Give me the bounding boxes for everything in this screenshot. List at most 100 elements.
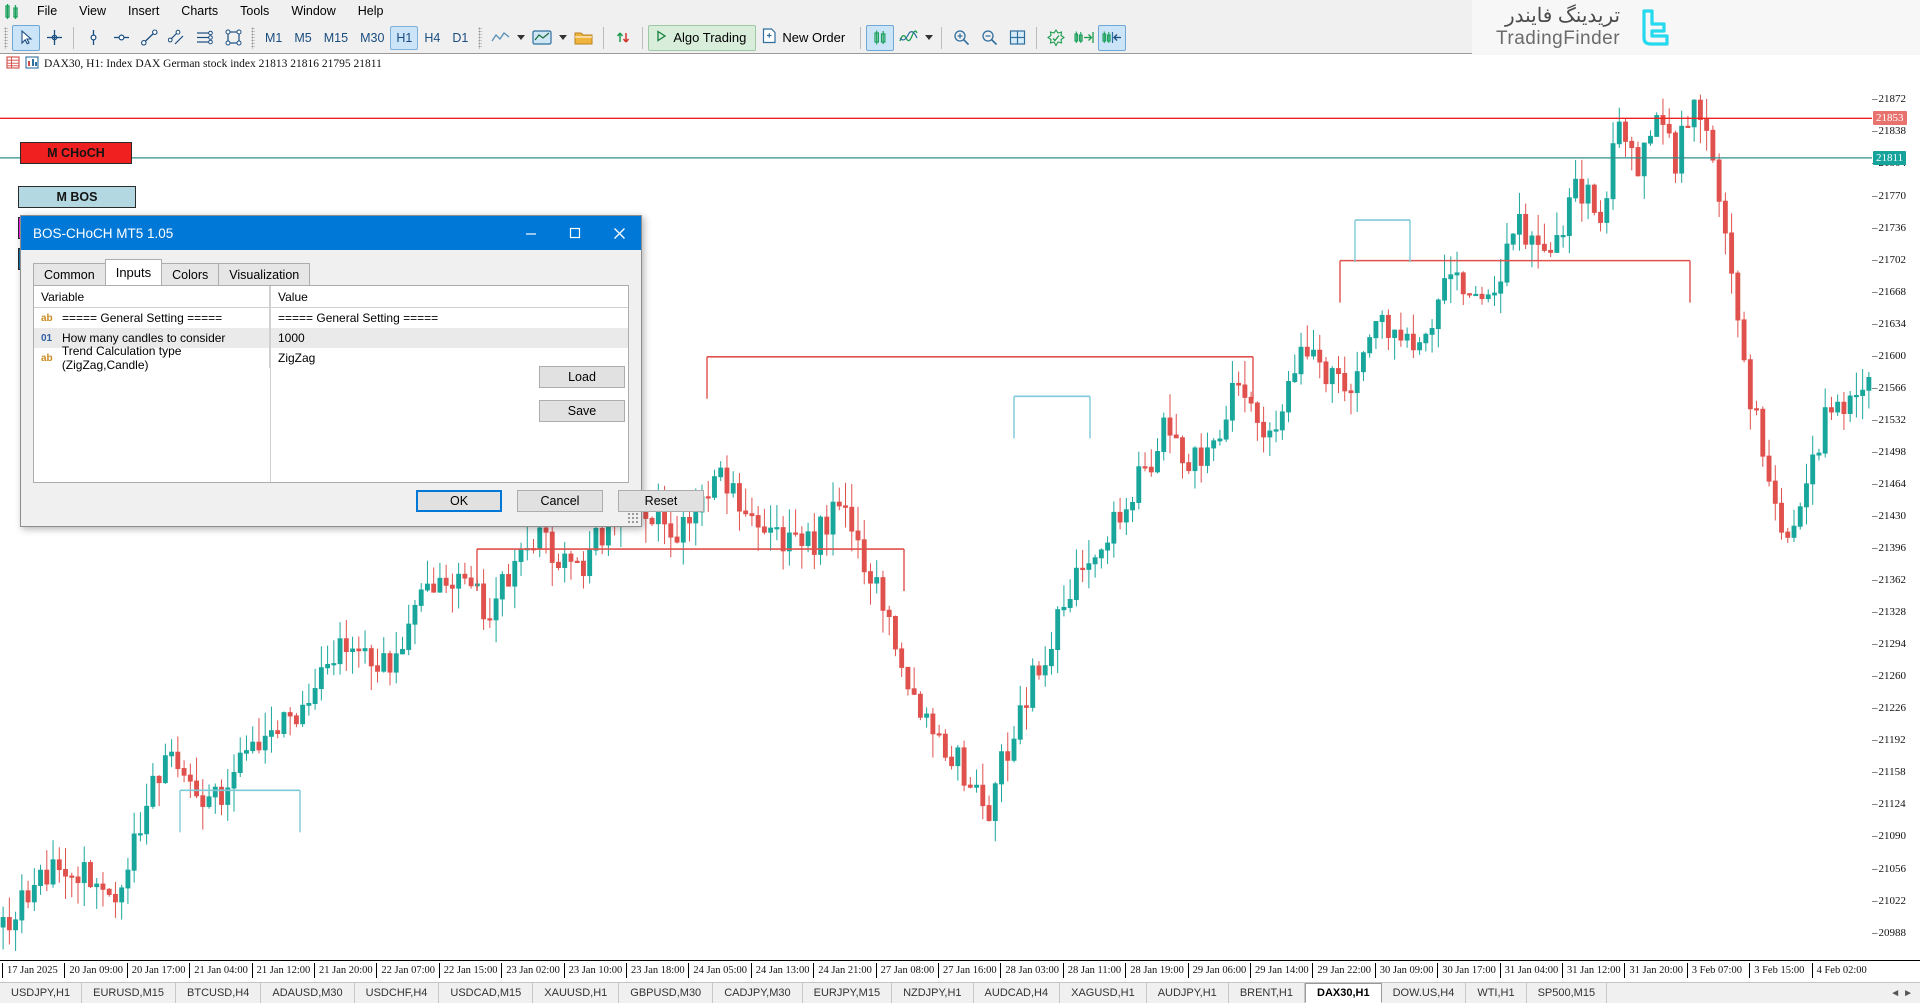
tile-windows-icon[interactable] xyxy=(1003,25,1031,51)
timeframe-m5[interactable]: M5 xyxy=(288,26,317,50)
menu-item-window[interactable]: Window xyxy=(280,0,346,22)
chart-tab-audjpy-h1[interactable]: AUDJPY,H1 xyxy=(1147,983,1229,1003)
dialog-titlebar[interactable]: BOS-CHoCH MT5 1.05 xyxy=(21,216,641,250)
price-tick: 21634 xyxy=(1872,318,1906,330)
chart-tab-sp500-m15[interactable]: SP500,M15 xyxy=(1527,983,1607,1003)
timeframe-h4[interactable]: H4 xyxy=(418,26,446,50)
menu-item-charts[interactable]: Charts xyxy=(170,0,229,22)
minimize-icon[interactable] xyxy=(509,216,553,250)
menu-item-help[interactable]: Help xyxy=(347,0,395,22)
zoom-in-icon[interactable] xyxy=(947,25,975,51)
chart-tab-usdjpy-h1[interactable]: USDJPY,H1 xyxy=(0,983,82,1003)
price-tick: 21430 xyxy=(1872,510,1906,522)
chart-tab-brent-h1[interactable]: BRENT,H1 xyxy=(1229,983,1305,1003)
dialog-resize-grip[interactable] xyxy=(627,512,638,523)
time-tick: 29 Jan 06:00 xyxy=(1188,963,1247,978)
price-axis[interactable]: 2187221838218042177021736217022166821634… xyxy=(1872,74,1920,960)
time-axis[interactable]: 17 Jan 202520 Jan 09:0020 Jan 17:0021 Ja… xyxy=(0,960,1920,982)
scroll-left-icon[interactable]: ◄ xyxy=(1890,988,1900,999)
chart-properties-icon[interactable] xyxy=(25,56,39,72)
arrows-up-down-icon[interactable] xyxy=(609,25,637,51)
table-row[interactable]: ab Trend Calculation type (ZigZag,Candle… xyxy=(34,348,628,368)
time-tick: 3 Feb 15:00 xyxy=(1749,963,1804,978)
toolbar-grip-timeframes[interactable] xyxy=(251,27,255,49)
autoscroll-star-icon[interactable] xyxy=(1042,25,1070,51)
load-button[interactable]: Load xyxy=(539,366,625,388)
tab-colors[interactable]: Colors xyxy=(161,263,219,285)
timeframe-m1[interactable]: M1 xyxy=(259,26,288,50)
fibonacci-icon[interactable] xyxy=(191,25,219,51)
horizontal-line-icon[interactable] xyxy=(107,25,135,51)
tab-common[interactable]: Common xyxy=(33,263,106,285)
chart-shift-right-icon[interactable] xyxy=(1070,25,1098,51)
chart-tab-nzdjpy-h1[interactable]: NZDJPY,H1 xyxy=(892,983,973,1003)
maximize-icon[interactable] xyxy=(553,216,597,250)
chart-tab-wti-h1[interactable]: WTI,H1 xyxy=(1466,983,1526,1003)
timeframe-h1[interactable]: H1 xyxy=(390,26,418,50)
trendline-icon[interactable] xyxy=(135,25,163,51)
chart-tab-dax30-h1[interactable]: DAX30,H1 xyxy=(1305,983,1382,1003)
chart-tab-usdchf-h4[interactable]: USDCHF,H4 xyxy=(355,983,440,1003)
tab-visualization[interactable]: Visualization xyxy=(218,263,310,285)
chart-shift-left-icon[interactable] xyxy=(1098,25,1126,51)
cursor-arrow-icon[interactable] xyxy=(12,25,40,51)
reset-button[interactable]: Reset xyxy=(618,490,704,512)
line-chart-icon[interactable] xyxy=(486,25,514,51)
indicators-dropdown-caret-icon[interactable] xyxy=(556,25,570,51)
chart-tab-eurjpy-m15[interactable]: EURJPY,M15 xyxy=(803,983,892,1003)
data-window-icon[interactable] xyxy=(6,56,20,72)
dialog-side-buttons: Load Save xyxy=(539,366,625,422)
price-tick: 21532 xyxy=(1872,414,1906,426)
scroll-right-icon[interactable]: ► xyxy=(1903,988,1913,999)
menu-item-tools[interactable]: Tools xyxy=(229,0,280,22)
chart-tab-audcad-h4[interactable]: AUDCAD,H4 xyxy=(974,983,1061,1003)
candlestick-icon[interactable] xyxy=(866,25,894,51)
chart-tab-usdcad-m15[interactable]: USDCAD,M15 xyxy=(439,983,533,1003)
chart-tab-adausd-m30[interactable]: ADAUSD,M30 xyxy=(261,983,354,1003)
grid-header-variable: Variable xyxy=(34,286,270,307)
input-value[interactable]: 1000 xyxy=(270,328,628,348)
tab-inputs[interactable]: Inputs xyxy=(105,259,162,285)
structure-marker-label[interactable]: M BOS xyxy=(18,186,136,208)
chart-tab-dow-us-h4[interactable]: DOW.US,H4 xyxy=(1382,983,1467,1003)
save-button[interactable]: Save xyxy=(539,400,625,422)
folder-icon[interactable] xyxy=(570,25,598,51)
chart-tab-gbpusd-m30[interactable]: GBPUSD,M30 xyxy=(619,983,713,1003)
cancel-button[interactable]: Cancel xyxy=(517,490,603,512)
chart-tab-xagusd-h1[interactable]: XAGUSD,H1 xyxy=(1060,983,1147,1003)
chart-symbol-info-bar: DAX30, H1: Index DAX German stock index … xyxy=(0,54,1920,74)
toolbar-grip[interactable] xyxy=(4,27,8,49)
indicators-wave-icon[interactable] xyxy=(894,25,922,51)
input-value[interactable]: ===== General Setting ===== xyxy=(270,308,628,328)
algo-trading-button[interactable]: Algo Trading xyxy=(648,25,756,51)
close-icon[interactable] xyxy=(597,216,641,250)
ok-button[interactable]: OK xyxy=(416,490,502,512)
indicators-list-caret-icon[interactable] xyxy=(922,25,936,51)
toolbar-grip-charts[interactable] xyxy=(478,27,482,49)
zoom-out-icon[interactable] xyxy=(975,25,1003,51)
table-row[interactable]: ab ===== General Setting ===== ===== Gen… xyxy=(34,308,628,328)
menu-item-view[interactable]: View xyxy=(68,0,117,22)
input-value[interactable]: ZigZag xyxy=(270,348,628,368)
new-order-button[interactable]: New Order xyxy=(756,25,855,51)
watermark-en-text: TradingFinder xyxy=(1496,28,1620,50)
timeframe-m30[interactable]: M30 xyxy=(354,26,390,50)
structure-marker-label[interactable]: M CHoCH xyxy=(20,142,132,164)
chart-tab-xauusd-h1[interactable]: XAUUSD,H1 xyxy=(533,983,619,1003)
price-tick: 21736 xyxy=(1872,222,1906,234)
timeframe-d1[interactable]: D1 xyxy=(446,26,474,50)
timeframe-m15[interactable]: M15 xyxy=(318,26,354,50)
indicator-chart-icon[interactable] xyxy=(528,25,556,51)
vertical-line-icon[interactable] xyxy=(79,25,107,51)
equidistant-channel-icon[interactable] xyxy=(163,25,191,51)
menu-item-insert[interactable]: Insert xyxy=(117,0,170,22)
mt5-logo-icon xyxy=(0,4,26,19)
chart-tab-cadjpy-m30[interactable]: CADJPY,M30 xyxy=(713,983,802,1003)
chart-tab-btcusd-h4[interactable]: BTCUSD,H4 xyxy=(176,983,261,1003)
toolbar-separator-2 xyxy=(603,27,604,49)
crosshair-icon[interactable] xyxy=(40,25,68,51)
chart-type-dropdown-caret-icon[interactable] xyxy=(514,25,528,51)
chart-tab-eurusd-m15[interactable]: EURUSD,M15 xyxy=(82,983,176,1003)
menu-item-file[interactable]: File xyxy=(26,0,68,22)
shapes-icon[interactable] xyxy=(219,25,247,51)
